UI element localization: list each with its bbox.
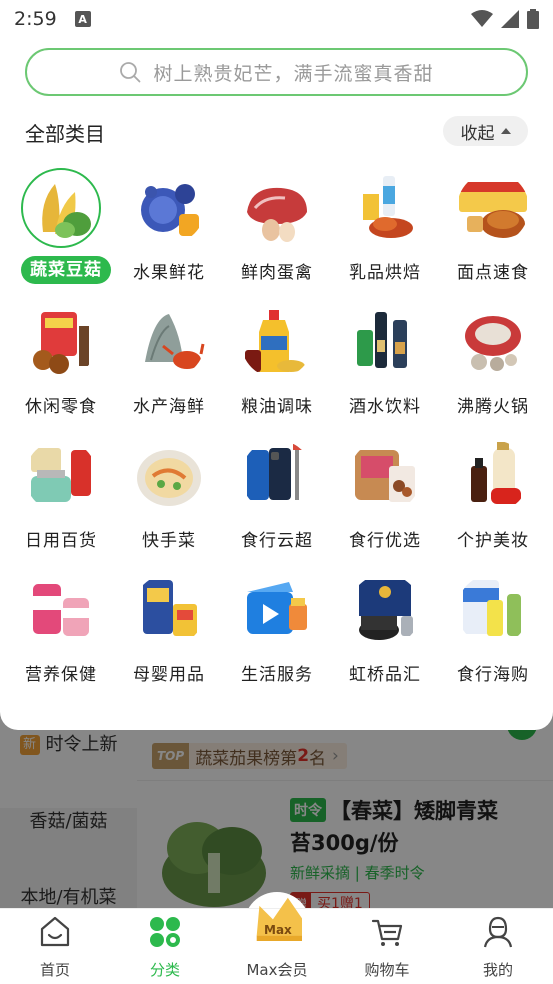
category-label: 水产海鲜 <box>133 397 205 417</box>
category-image <box>25 172 97 244</box>
panel-title: 全部类目 <box>25 122 105 146</box>
category-image <box>457 306 529 378</box>
category-image <box>133 172 205 244</box>
category-label: 水果鲜花 <box>133 263 205 283</box>
category-cloud-store[interactable]: 食行云超 <box>223 440 331 560</box>
category-label: 粮油调味 <box>241 397 313 417</box>
category-quick-dishes[interactable]: 快手菜 <box>115 440 223 560</box>
category-label: 生活服务 <box>241 665 313 685</box>
nav-label: 分类 <box>149 961 180 979</box>
category-image <box>25 440 97 512</box>
category-daily-goods[interactable]: 日用百货 <box>7 440 115 560</box>
category-label: 日用百货 <box>25 531 97 551</box>
category-image <box>349 574 421 646</box>
collapse-label: 收起 <box>460 123 495 144</box>
status-time: 2:59 <box>14 8 57 30</box>
category-image <box>241 306 313 378</box>
bottom-nav: 首页 分类 Max Max会员 购物车 我的 <box>0 897 553 984</box>
chevron-up-icon <box>500 128 511 134</box>
category-vegetables[interactable]: 蔬菜豆菇 <box>7 168 115 292</box>
home-icon <box>40 916 70 947</box>
category-grain-oil[interactable]: 粮油调味 <box>223 306 331 426</box>
search-bar: 树上熟贵妃芒，满手流蜜真香甜 <box>0 38 553 98</box>
collapse-button[interactable]: 收起 <box>443 116 528 146</box>
category-overseas[interactable]: 食行海购 <box>439 574 547 694</box>
category-image <box>241 574 313 646</box>
nav-profile[interactable]: 我的 <box>443 909 553 984</box>
category-personal-care[interactable]: 个护美妆 <box>439 440 547 560</box>
search-input[interactable]: 树上熟贵妃芒，满手流蜜真香甜 <box>25 48 528 96</box>
category-drinks[interactable]: 酒水饮料 <box>331 306 439 426</box>
battery-icon <box>527 9 539 29</box>
category-label: 虹桥品汇 <box>349 665 421 685</box>
profile-icon <box>483 916 513 948</box>
nav-home[interactable]: 首页 <box>0 909 110 984</box>
category-image <box>25 306 97 378</box>
category-image <box>349 440 421 512</box>
category-label: 沸腾火锅 <box>457 397 529 417</box>
nav-category[interactable]: 分类 <box>110 909 220 984</box>
status-bar: 2:59 A <box>0 0 553 38</box>
signal-icon <box>501 10 519 28</box>
category-selected-goods[interactable]: 食行优选 <box>331 440 439 560</box>
category-meat-eggs[interactable]: 鲜肉蛋禽 <box>223 172 331 292</box>
category-image <box>133 440 205 512</box>
category-image <box>241 172 313 244</box>
nav-label: Max会员 <box>246 961 308 979</box>
category-image <box>457 440 529 512</box>
category-image <box>133 306 205 378</box>
category-panel: 全部类目 收起 蔬菜豆菇 水果鲜花 鲜肉蛋禽 乳品烘焙 面点速食 休闲零食 水产… <box>0 98 553 730</box>
category-label: 快手菜 <box>142 531 196 551</box>
category-icon <box>150 917 180 947</box>
category-fruits[interactable]: 水果鲜花 <box>115 172 223 292</box>
category-seafood[interactable]: 水产海鲜 <box>115 306 223 426</box>
category-label: 蔬菜豆菇 <box>21 256 111 284</box>
category-label: 鲜肉蛋禽 <box>241 263 313 283</box>
search-icon <box>120 62 141 83</box>
category-life-services[interactable]: 生活服务 <box>223 574 331 694</box>
max-badge: Max <box>264 923 292 937</box>
category-label: 食行海购 <box>457 665 529 685</box>
category-noodles-fastfood[interactable]: 面点速食 <box>439 172 547 292</box>
category-label: 酒水饮料 <box>349 397 421 417</box>
category-snacks[interactable]: 休闲零食 <box>7 306 115 426</box>
category-image <box>133 574 205 646</box>
category-label: 个护美妆 <box>457 531 529 551</box>
notification-icon: A <box>74 11 91 27</box>
category-baby[interactable]: 母婴用品 <box>115 574 223 694</box>
nav-label: 我的 <box>482 961 513 979</box>
category-label: 食行优选 <box>349 531 421 551</box>
category-image <box>241 440 313 512</box>
category-label: 营养保健 <box>25 665 97 685</box>
category-image <box>349 172 421 244</box>
nav-max-member[interactable]: Max Max会员 <box>222 897 332 984</box>
nav-cart[interactable]: 购物车 <box>332 909 442 984</box>
category-image <box>25 574 97 646</box>
category-label: 食行云超 <box>241 531 313 551</box>
category-hotpot[interactable]: 沸腾火锅 <box>439 306 547 426</box>
category-image <box>457 574 529 646</box>
category-label: 面点速食 <box>457 263 529 283</box>
category-image <box>349 306 421 378</box>
cart-icon <box>371 919 403 946</box>
wifi-icon <box>471 10 493 27</box>
category-label: 休闲零食 <box>25 397 97 417</box>
nav-label: 首页 <box>39 961 70 979</box>
category-hongqiao[interactable]: 虹桥品汇 <box>331 574 439 694</box>
category-nutrition[interactable]: 营养保健 <box>7 574 115 694</box>
category-label: 乳品烘焙 <box>349 263 421 283</box>
search-placeholder: 树上熟贵妃芒，满手流蜜真香甜 <box>153 62 434 85</box>
category-label: 母婴用品 <box>133 665 205 685</box>
category-image <box>457 172 529 244</box>
nav-label: 购物车 <box>364 961 410 979</box>
status-icons <box>471 9 539 29</box>
category-dairy-bakery[interactable]: 乳品烘焙 <box>331 172 439 292</box>
